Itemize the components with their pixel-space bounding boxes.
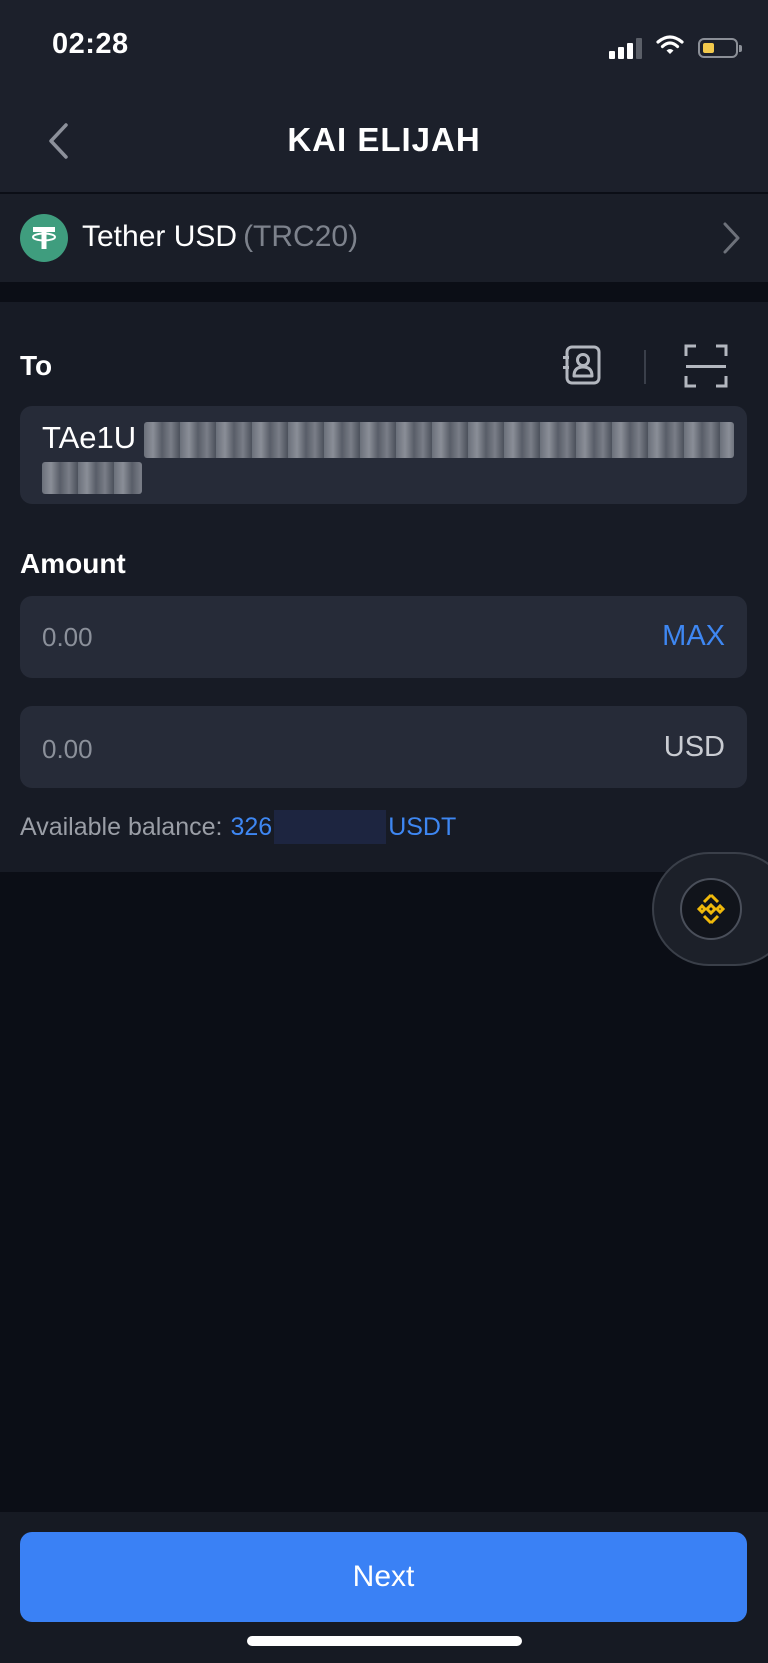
status-icons bbox=[609, 34, 742, 61]
balance-label: Available balance: bbox=[20, 812, 223, 841]
scan-icon bbox=[684, 344, 728, 388]
token-amount-input[interactable]: 0.00 MAX bbox=[20, 596, 747, 678]
token-name-label: Tether USD bbox=[82, 220, 238, 253]
balance-value: 326 bbox=[230, 812, 273, 841]
token-name: Tether USD (TRC20) bbox=[82, 220, 358, 254]
fiat-currency-label: USD bbox=[663, 731, 725, 763]
battery-low-icon bbox=[698, 37, 742, 58]
scan-button[interactable] bbox=[682, 342, 730, 390]
fiat-amount-value: 0.00 bbox=[42, 734, 93, 764]
address-field[interactable]: TAe1U bbox=[20, 406, 747, 504]
cellular-signal-icon bbox=[609, 37, 642, 59]
address-blurred-line2 bbox=[42, 462, 142, 494]
token-amount-value: 0.00 bbox=[42, 622, 93, 652]
address-blurred bbox=[144, 422, 734, 458]
token-network: (TRC20) bbox=[243, 220, 359, 253]
status-time: 02:28 bbox=[52, 28, 129, 60]
address-book-icon bbox=[563, 345, 601, 385]
available-balance: Available balance: 326 USDT bbox=[20, 810, 456, 844]
page-title: KAI ELIJAH bbox=[287, 121, 481, 158]
amount-label: Amount bbox=[20, 548, 126, 579]
token-selector[interactable]: Tether USD (TRC20) bbox=[0, 194, 768, 282]
to-label: To bbox=[20, 350, 53, 381]
address-book-button[interactable] bbox=[560, 342, 606, 388]
balance-unit: USDT bbox=[388, 812, 457, 841]
fiat-amount-input[interactable]: 0.00 USD bbox=[20, 706, 747, 788]
tether-logo-icon bbox=[20, 214, 68, 262]
max-button[interactable]: MAX bbox=[662, 620, 725, 653]
binance-logo-icon bbox=[680, 878, 742, 940]
wifi-icon bbox=[656, 34, 684, 61]
floating-widget[interactable] bbox=[652, 852, 768, 966]
chevron-right-icon bbox=[723, 222, 740, 254]
top-bar: 02:28 KAI ELIJAH bbox=[0, 0, 768, 192]
home-indicator bbox=[247, 1636, 522, 1646]
send-form: To TAe1U Amount 0.00 MAX 0.00 USD Availa… bbox=[0, 302, 768, 872]
next-button[interactable]: Next bbox=[20, 1532, 747, 1622]
balance-masked bbox=[274, 810, 387, 844]
icon-divider bbox=[644, 350, 646, 384]
address-value: TAe1U bbox=[42, 420, 137, 455]
